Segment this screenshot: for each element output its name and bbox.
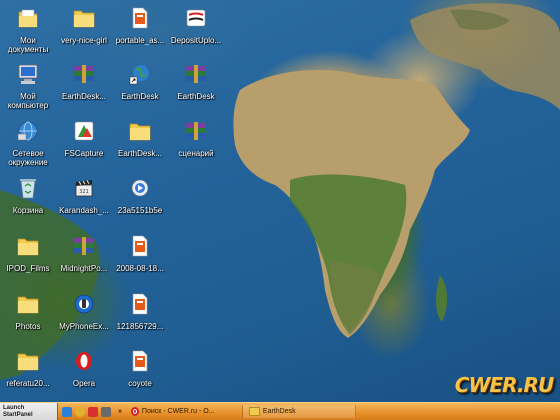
desktop-icon-earthdesk-rar[interactable]: EarthDesk [167, 58, 225, 101]
archive-file-icon [124, 345, 156, 377]
computer-icon [12, 58, 44, 90]
archive-file-icon [124, 230, 156, 262]
desktop-icon-label: EarthDesk... [61, 92, 106, 101]
archive-file-icon [124, 2, 156, 34]
desktop-icon-121856729[interactable]: 121856729... [111, 288, 169, 331]
europe-asia-map-wallpaper [410, 3, 560, 110]
desktop-icon-earthdesk-shortcut[interactable]: EarthDesk [111, 58, 169, 101]
folder-icon [12, 230, 44, 262]
opera-shortcut-icon[interactable] [88, 406, 98, 417]
start-button-line2: StartPanel [3, 411, 33, 418]
desktop[interactable]: Мои документы Мой компьютер Сетевое окру… [0, 0, 560, 420]
desktop-icon-recycle-bin[interactable]: Корзина [0, 172, 57, 215]
opera-icon [68, 345, 100, 377]
desktop-icon-midnightpo[interactable]: MidnightPo... [55, 230, 113, 273]
desktop-icon-opera[interactable]: Opera [55, 345, 113, 388]
desktop-shortcut-icon[interactable] [62, 406, 72, 417]
winrar-archive-icon [180, 115, 212, 147]
capture-app-icon [68, 115, 100, 147]
desktop-icon-label: Мой компьютер [7, 92, 49, 110]
folder-icon [12, 345, 44, 377]
desktop-icon-label: EarthDesk [177, 92, 215, 101]
desktop-icon-fscapture[interactable]: FSCapture [55, 115, 113, 158]
desktop-icon-label: DepositUplo... [170, 36, 222, 45]
desktop-icon-label: FSCapture [64, 149, 104, 158]
taskbar: Launch StartPanel » Поиск - CWER.ru - О.… [0, 402, 560, 420]
folder-icon [68, 2, 100, 34]
phone-app-icon [68, 288, 100, 320]
desktop-icon-label: MidnightPo... [60, 264, 108, 273]
watermark-text: CWER.RU [454, 373, 554, 397]
desktop-icon-label: Мои документы [7, 36, 49, 54]
desktop-icon-earthdesk-folder[interactable]: EarthDesk... [111, 115, 169, 158]
taskbar-button-earthdesk[interactable]: EarthDesk [242, 405, 356, 418]
desktop-icon-very-nice-girl[interactable]: very-nice-girl [55, 2, 113, 45]
folder-icon [248, 407, 260, 416]
desktop-icon-network[interactable]: Сетевое окружение [0, 115, 57, 167]
folder-icon [12, 288, 44, 320]
desktop-icon-label: 121856729... [116, 322, 164, 331]
desktop-icon-label: Opera [72, 379, 96, 388]
desktop-icon-label: MyPhoneEx... [59, 322, 109, 331]
recycle-bin-icon [12, 172, 44, 204]
desktop-icon-label: EarthDesk [121, 92, 159, 101]
desktop-icon-earthdesk-archive[interactable]: EarthDesk... [55, 58, 113, 101]
winrar-archive-icon [180, 58, 212, 90]
quick-launch-chevron[interactable]: » [115, 408, 125, 415]
desktop-icon-scenario[interactable]: сценарий [167, 115, 225, 158]
desktop-icon-ipod-films[interactable]: IPOD_Films [0, 230, 57, 273]
desktop-icon-my-computer[interactable]: Мой компьютер [0, 58, 57, 110]
desktop-icon-referatu[interactable]: referatu20... [0, 345, 57, 388]
desktop-icon-label: Photos [15, 322, 41, 331]
svg-text:321: 321 [79, 189, 89, 195]
desktop-icon-photos[interactable]: Photos [0, 288, 57, 331]
taskbar-button-label: Поиск - CWER.ru - О... [141, 408, 215, 415]
archive-file-icon [124, 288, 156, 320]
cwer-watermark-logo: CWER.RU [454, 368, 554, 402]
desktop-icon-label: сценарий [178, 149, 214, 158]
desktop-icon-label: Корзина [12, 206, 44, 215]
media-shortcut-icon[interactable] [75, 406, 85, 417]
winrar-archive-icon [68, 58, 100, 90]
desktop-icon-label: very-nice-girl [61, 36, 107, 45]
desktop-icon-portable-as[interactable]: portable_as... [111, 2, 169, 45]
video-clapper-icon: 321 [68, 172, 100, 204]
desktop-icon-2008-08-18[interactable]: 2008-08-18... [111, 230, 169, 273]
desktop-icon-label: EarthDesk... [117, 149, 162, 158]
desktop-icon-myphoneexplorer[interactable]: MyPhoneEx... [55, 288, 113, 331]
taskbar-button-label: EarthDesk [262, 408, 296, 415]
winrar-archive-icon [68, 230, 100, 262]
app-icon [180, 2, 212, 34]
desktop-icon-label: 2008-08-18... [116, 264, 164, 273]
desktop-icon-label: 23a5151b5e [117, 206, 163, 215]
desktop-icon-label: coyote [128, 379, 152, 388]
desktop-icon-depositupload[interactable]: DepositUplo... [167, 2, 225, 45]
desktop-icon-label: portable_as... [115, 36, 165, 45]
opera-icon [130, 407, 139, 416]
start-button-line1: Launch [3, 404, 25, 411]
folder-icon [124, 115, 156, 147]
media-file-icon [124, 172, 156, 204]
desktop-icon-coyote[interactable]: coyote [111, 345, 169, 388]
desktop-icon-label: IPOD_Films [6, 264, 50, 273]
desktop-icon-23a5151b5e[interactable]: 23a5151b5e [111, 172, 169, 215]
start-button[interactable]: Launch StartPanel [0, 403, 58, 420]
desktop-icon-label: referatu20... [6, 379, 50, 388]
taskbar-button-opera[interactable]: Поиск - CWER.ru - О... [125, 405, 243, 418]
network-icon [12, 115, 44, 147]
folder-icon [12, 2, 44, 34]
globe-shortcut-icon [124, 58, 156, 90]
desktop-icon-karandash[interactable]: 321 Karandash_... [55, 172, 113, 215]
app-shortcut-icon[interactable] [101, 406, 111, 417]
desktop-icon-my-documents[interactable]: Мои документы [0, 2, 57, 54]
quick-launch-bar [58, 406, 115, 417]
desktop-icon-label: Karandash_... [59, 206, 109, 215]
desktop-icon-label: Сетевое окружение [8, 149, 48, 167]
